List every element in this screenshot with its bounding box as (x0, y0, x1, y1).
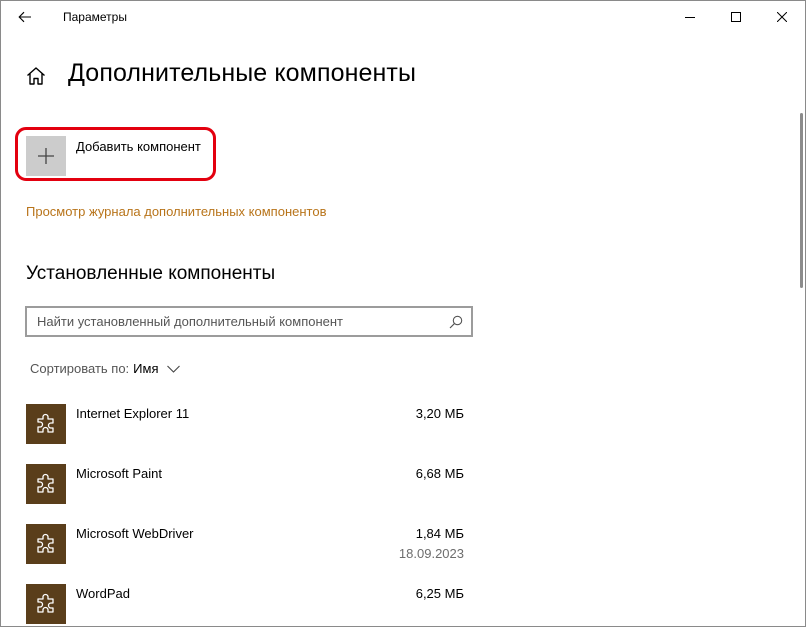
feature-history-link[interactable]: Просмотр журнала дополнительных компонен… (26, 204, 326, 219)
feature-name: Microsoft Paint (76, 466, 162, 481)
list-item[interactable]: WordPad 6,25 МБ (26, 584, 466, 626)
feature-icon-box (26, 464, 66, 504)
feature-size: 3,20 МБ (415, 406, 464, 421)
window-title: Параметры (63, 10, 127, 24)
add-feature-button[interactable] (26, 136, 66, 176)
puzzle-icon (37, 413, 54, 433)
feature-size: 6,68 МБ (415, 466, 464, 481)
feature-name: Internet Explorer 11 (76, 406, 190, 421)
feature-size: 1,84 МБ (415, 526, 464, 541)
feature-date: 18.09.2023 (398, 546, 464, 561)
list-item[interactable]: Microsoft Paint 6,68 МБ (26, 464, 466, 506)
minimize-icon (685, 17, 695, 18)
close-icon (777, 12, 787, 22)
feature-icon-box (26, 524, 66, 564)
puzzle-icon (37, 593, 54, 613)
feature-name: Microsoft WebDriver (76, 526, 194, 541)
settings-window: Параметры Дополнительные компоненты Доба… (0, 0, 806, 627)
plus-icon (38, 148, 54, 164)
puzzle-icon (37, 533, 54, 553)
chevron-down-icon (166, 365, 180, 373)
search-icon[interactable] (449, 315, 463, 329)
sort-value[interactable]: Имя (133, 361, 158, 376)
list-item[interactable]: Internet Explorer 11 3,20 МБ (26, 404, 466, 446)
title-bar: Параметры (1, 1, 805, 33)
home-icon[interactable] (25, 65, 47, 87)
maximize-icon (731, 12, 741, 22)
page-title: Дополнительные компоненты (68, 59, 417, 87)
feature-size: 6,25 МБ (415, 586, 464, 601)
sort-label: Сортировать по: (30, 361, 130, 376)
puzzle-icon (37, 473, 54, 493)
search-input[interactable] (37, 308, 437, 335)
list-item[interactable]: Microsoft WebDriver 1,84 МБ 18.09.2023 (26, 524, 466, 566)
add-feature-label[interactable]: Добавить компонент (76, 139, 201, 154)
minimize-button[interactable] (667, 1, 713, 33)
close-button[interactable] (759, 1, 805, 33)
maximize-button[interactable] (713, 1, 759, 33)
feature-icon-box (26, 584, 66, 624)
back-arrow-icon (18, 11, 31, 23)
installed-section-title: Установленные компоненты (26, 263, 276, 284)
search-box[interactable] (25, 306, 473, 337)
feature-name: WordPad (76, 586, 130, 601)
scrollbar[interactable] (800, 113, 803, 288)
sort-dropdown[interactable]: Сортировать по: Имя (30, 361, 180, 376)
feature-icon-box (26, 404, 66, 444)
back-button[interactable] (1, 1, 49, 33)
